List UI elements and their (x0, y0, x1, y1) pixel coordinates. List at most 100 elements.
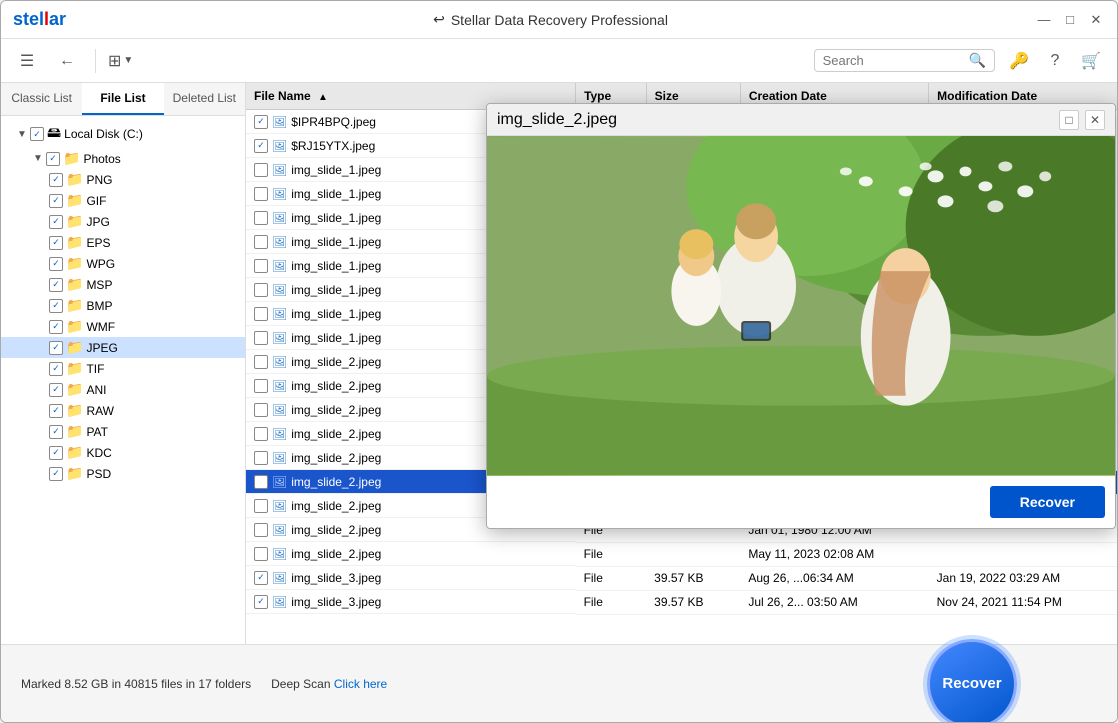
tree-label-gif: GIF (86, 194, 106, 208)
checkbox-bmp[interactable] (49, 299, 63, 313)
row-checkbox[interactable] (254, 475, 268, 489)
checkbox-tif[interactable] (49, 362, 63, 376)
checkbox-psd[interactable] (49, 467, 63, 481)
search-icon[interactable]: 🔍 (969, 52, 986, 69)
tree-item-bmp[interactable]: 📁 BMP (1, 295, 245, 316)
titlebar-left: stellar (13, 9, 66, 30)
titlebar-center: ↩ Stellar Data Recovery Professional (433, 11, 668, 28)
tree-item-pat[interactable]: 📁 PAT (1, 421, 245, 442)
checkbox-wpg[interactable] (49, 257, 63, 271)
tab-file-list[interactable]: File List (82, 83, 163, 115)
row-checkbox[interactable] (254, 211, 268, 225)
toolbar-separator-1 (95, 49, 96, 73)
tree-item-jpeg[interactable]: 📁 JPEG (1, 337, 245, 358)
folder-icon-psd: 📁 (66, 465, 83, 482)
back-button[interactable]: ← (51, 45, 83, 77)
maximize-button[interactable]: □ (1061, 11, 1079, 29)
file-name: img_slide_2.jpeg (291, 547, 381, 561)
tree-item-png[interactable]: 📁 PNG (1, 169, 245, 190)
tree-item-tif[interactable]: 📁 TIF (1, 358, 245, 379)
search-input[interactable] (823, 53, 963, 68)
recover-dialog-button[interactable]: Recover (990, 486, 1105, 518)
view-toggle-button[interactable]: ⊞ ▼ (108, 51, 133, 71)
row-checkbox[interactable] (254, 451, 268, 465)
view-dropdown-arrow: ▼ (123, 55, 133, 66)
tree-item-wpg[interactable]: 📁 WPG (1, 253, 245, 274)
row-checkbox[interactable] (254, 427, 268, 441)
row-checkbox[interactable] (254, 307, 268, 321)
tree-item-msp[interactable]: 📁 MSP (1, 274, 245, 295)
tree-item-jpg[interactable]: 📁 JPG (1, 211, 245, 232)
row-checkbox[interactable] (254, 571, 268, 585)
checkbox-local-disk[interactable] (30, 127, 44, 141)
row-checkbox[interactable] (254, 259, 268, 273)
row-checkbox[interactable] (254, 547, 268, 561)
checkbox-jpg[interactable] (49, 215, 63, 229)
cart-button[interactable]: 🛒 (1075, 45, 1107, 77)
tree-label-wmf: WMF (86, 320, 115, 334)
menu-button[interactable]: ☰ (11, 45, 43, 77)
preview-close-button[interactable]: ✕ (1085, 110, 1105, 130)
row-checkbox[interactable] (254, 379, 268, 393)
tree-item-local-disk[interactable]: ▼ 🖴 Local Disk (C:) (1, 120, 245, 148)
row-checkbox[interactable] (254, 355, 268, 369)
folder-icon-wpg: 📁 (66, 255, 83, 272)
tree-label-wpg: WPG (86, 257, 115, 271)
table-row[interactable]: 🖼img_slide_3.jpegFile39.57 KBAug 26, ...… (246, 566, 1117, 590)
row-checkbox[interactable] (254, 523, 268, 537)
row-checkbox[interactable] (254, 331, 268, 345)
tree-item-gif[interactable]: 📁 GIF (1, 190, 245, 211)
tree-label-local-disk: Local Disk (C:) (64, 127, 143, 141)
checkbox-pat[interactable] (49, 425, 63, 439)
tab-classic-list[interactable]: Classic List (1, 83, 82, 115)
close-button[interactable]: ✕ (1087, 11, 1105, 29)
help-button[interactable]: ? (1039, 45, 1071, 77)
file-size: 39.57 KB (646, 590, 740, 614)
file-modified: Nov 24, 2021 11:54 PM (929, 590, 1117, 614)
minimize-button[interactable]: — (1035, 11, 1053, 29)
table-row[interactable]: 🖼img_slide_3.jpegFile39.57 KBJul 26, 2..… (246, 590, 1117, 614)
deep-scan-link[interactable]: Click here (334, 677, 387, 691)
row-checkbox[interactable] (254, 595, 268, 609)
file-created: Aug 26, ...06:34 AM (740, 566, 928, 590)
tree-item-eps[interactable]: 📁 EPS (1, 232, 245, 253)
tree-item-photos[interactable]: ▼ 📁 Photos (1, 148, 245, 169)
file-icon: 🖼 (272, 547, 287, 561)
row-checkbox[interactable] (254, 139, 268, 153)
row-checkbox[interactable] (254, 283, 268, 297)
file-icon: 🖼 (272, 403, 287, 417)
checkbox-png[interactable] (49, 173, 63, 187)
file-icon: 🖼 (272, 475, 287, 489)
table-row[interactable]: 🖼img_slide_2.jpegFileMay 11, 2023 02:08 … (246, 542, 1117, 566)
key-button[interactable]: 🔑 (1003, 45, 1035, 77)
tree-item-wmf[interactable]: 📁 WMF (1, 316, 245, 337)
row-checkbox[interactable] (254, 163, 268, 177)
toolbar-right-buttons: 🔑 ? 🛒 (1003, 45, 1107, 77)
checkbox-raw[interactable] (49, 404, 63, 418)
file-tree: ▼ 🖴 Local Disk (C:) ▼ 📁 Photos 📁 PNG (1, 116, 245, 644)
checkbox-jpeg[interactable] (49, 341, 63, 355)
checkbox-wmf[interactable] (49, 320, 63, 334)
tree-item-kdc[interactable]: 📁 KDC (1, 442, 245, 463)
tab-deleted-list[interactable]: Deleted List (164, 83, 245, 115)
row-checkbox[interactable] (254, 235, 268, 249)
checkbox-eps[interactable] (49, 236, 63, 250)
preview-svg (487, 136, 1115, 476)
tree-item-raw[interactable]: 📁 RAW (1, 400, 245, 421)
row-checkbox[interactable] (254, 499, 268, 513)
row-checkbox[interactable] (254, 115, 268, 129)
preview-restore-button[interactable]: □ (1059, 110, 1079, 130)
checkbox-msp[interactable] (49, 278, 63, 292)
checkbox-gif[interactable] (49, 194, 63, 208)
bottom-info: Marked 8.52 GB in 40815 files in 17 fold… (21, 677, 251, 691)
row-checkbox[interactable] (254, 187, 268, 201)
expand-arrow-photos: ▼ (33, 153, 43, 164)
checkbox-ani[interactable] (49, 383, 63, 397)
checkbox-photos[interactable] (46, 152, 60, 166)
file-name: img_slide_1.jpeg (291, 163, 381, 177)
recover-main-button[interactable]: Recover (927, 639, 1017, 723)
checkbox-kdc[interactable] (49, 446, 63, 460)
row-checkbox[interactable] (254, 403, 268, 417)
tree-item-ani[interactable]: 📁 ANI (1, 379, 245, 400)
tree-item-psd[interactable]: 📁 PSD (1, 463, 245, 484)
